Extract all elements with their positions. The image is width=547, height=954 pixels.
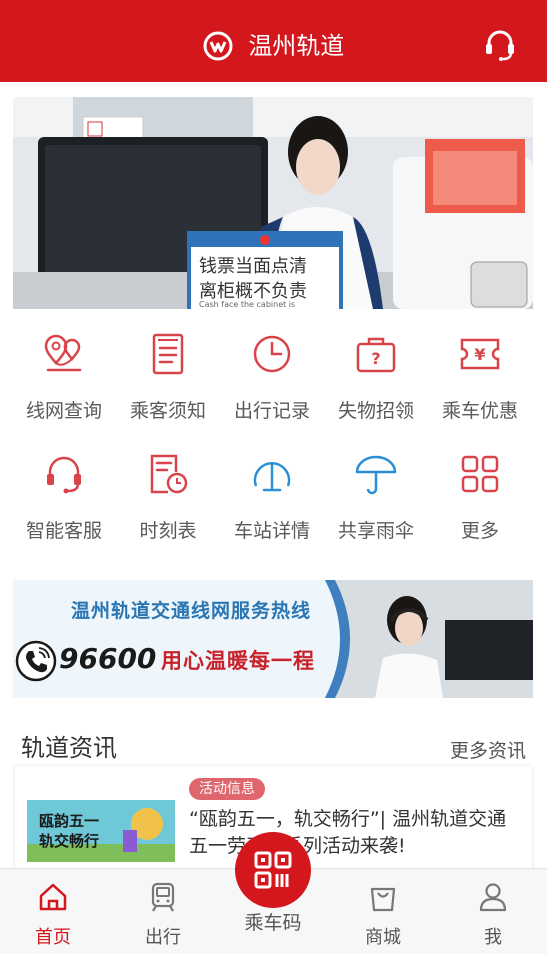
headset-icon <box>47 456 81 494</box>
tab-label: 首页 <box>35 927 71 948</box>
grid-item-label: 出行记录 <box>233 400 310 422</box>
banner-sign-line1: 钱票当面点清 <box>199 256 307 277</box>
grid-item-records[interactable]: 出行记录 <box>220 314 324 424</box>
home-icon <box>39 883 67 911</box>
tab-me[interactable]: 我 <box>448 869 538 954</box>
shopping-bag-icon <box>370 887 396 912</box>
tab-home[interactable]: 首页 <box>8 869 98 954</box>
tab-travel[interactable]: 出行 <box>118 869 208 954</box>
grid-item-station[interactable]: 车站详情 <box>220 434 324 544</box>
grid-item-label: 乘车优惠 <box>441 400 518 422</box>
svg-text:¥: ¥ <box>474 345 485 364</box>
app-header: 温州轨道 <box>0 0 547 82</box>
grid-item-label: 时刻表 <box>139 520 197 542</box>
news-thumbnail: 瓯韵五一 轨交畅行 <box>27 800 175 862</box>
tab-ride-code-label[interactable]: 乘车码 <box>223 908 323 935</box>
thumb-line1: 瓯韵五一 <box>39 812 99 830</box>
user-icon <box>479 883 507 912</box>
banner-sign-line2: 离柜概不负责 <box>199 281 307 302</box>
grid-item-label: 线网查询 <box>25 400 102 422</box>
tab-label: 商城 <box>365 927 401 948</box>
clock-icon <box>253 335 291 373</box>
header-title-wrap: 温州轨道 <box>0 28 547 63</box>
tab-mall[interactable]: 商城 <box>338 869 428 954</box>
ride-code-button[interactable] <box>235 832 311 908</box>
more-news-link[interactable]: 更多资讯 <box>450 736 526 763</box>
tab-label: 出行 <box>145 927 181 948</box>
hotline-slogan: 用心温暖每一程 <box>161 649 315 673</box>
grid-item-label: 共享雨伞 <box>337 520 414 542</box>
grid-item-label: 更多 <box>460 520 499 542</box>
grid-item-timetable[interactable]: 时刻表 <box>116 434 220 544</box>
grid-item-label: 乘客须知 <box>129 400 206 422</box>
thumb-line2: 轨交畅行 <box>39 832 99 850</box>
customer-service-icon[interactable] <box>483 28 517 62</box>
grid-item-umbrella[interactable]: 共享雨伞 <box>324 434 428 544</box>
umbrella-icon <box>355 455 397 495</box>
grid-item-lost-found[interactable]: ? 失物招领 <box>324 314 428 424</box>
phone-icon <box>15 640 57 682</box>
banner-sign-line3: Cash face the cabinet is <box>199 300 295 309</box>
station-icon <box>253 462 291 492</box>
hotline-banner[interactable]: 温州轨道交通线网服务热线 96600 用心温暖每一程 <box>13 580 533 698</box>
svg-text:?: ? <box>371 349 380 368</box>
train-icon <box>151 882 175 912</box>
document-icon <box>152 333 184 375</box>
hotline-agent-image <box>325 580 533 698</box>
hotline-title: 温州轨道交通线网服务热线 <box>71 600 312 622</box>
wenzhou-rail-logo-icon <box>203 31 233 61</box>
hotline-number: 96600 <box>59 642 157 675</box>
news-section-header: 轨道资讯 更多资讯 <box>0 722 547 762</box>
news-section-title: 轨道资讯 <box>21 734 117 762</box>
lost-found-bag-icon: ? <box>356 337 396 373</box>
banner-carousel[interactable]: 钱票当面点清 离柜概不负责 Cash face the cabinet is <box>13 97 533 309</box>
grid-item-discount[interactable]: ¥ 乘车优惠 <box>428 314 532 424</box>
news-tag-badge: 活动信息 <box>189 778 265 800</box>
timetable-icon <box>150 454 188 494</box>
page-title: 温州轨道 <box>248 32 345 60</box>
qr-code-icon <box>254 851 292 889</box>
grid-item-more[interactable]: 更多 <box>428 434 532 544</box>
coupon-icon: ¥ <box>460 338 500 370</box>
map-pin-icon <box>44 334 82 372</box>
banner-image: 钱票当面点清 离柜概不负责 Cash face the cabinet is <box>13 97 533 309</box>
grid-item-label: 智能客服 <box>25 520 102 542</box>
grid-item-notice[interactable]: 乘客须知 <box>116 314 220 424</box>
grid-item-smart-service[interactable]: 智能客服 <box>12 434 116 544</box>
grid-item-label: 失物招领 <box>337 400 414 422</box>
grid-item-label: 车站详情 <box>233 520 310 542</box>
main-content: 钱票当面点清 离柜概不负责 Cash face the cabinet is 线… <box>0 82 547 876</box>
grid-icon <box>461 455 499 493</box>
grid-item-network[interactable]: 线网查询 <box>12 314 116 424</box>
tab-label: 我 <box>484 927 502 948</box>
